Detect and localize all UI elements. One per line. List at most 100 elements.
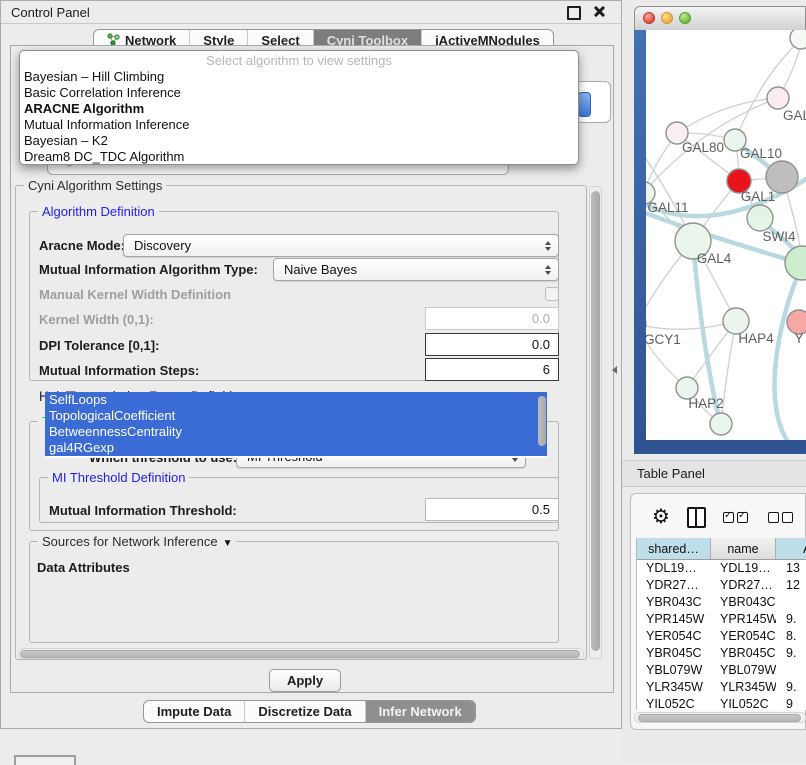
table-cell: YLR345W [637,679,711,696]
algorithm-option-bayesian-k2[interactable]: Bayesian – K2 [20,133,578,149]
network-node-node-green[interactable] [785,246,806,280]
algorithm-popup-list: Bayesian – Hill ClimbingBasic Correlatio… [20,69,578,165]
network-node-node-bottom[interactable] [710,413,732,435]
tab-discretize-data[interactable]: Discretize Data [245,701,365,722]
select-all-columns-icon[interactable] [723,512,751,523]
node-label-gal80: GAL80 [682,140,724,155]
table-cell: YDR27… [711,577,776,594]
network-edge[interactable] [677,98,778,133]
column-header-a[interactable]: A [776,538,806,559]
sources-group-title[interactable]: Sources for Network Inference [38,534,236,549]
table-cell [776,594,806,611]
table-row[interactable]: YIL052CYIL052C9 [637,696,806,710]
network-window-titlebar[interactable] [634,6,806,30]
table-row[interactable]: YDL19…YDL19…13 [637,560,806,577]
table-cell: 12 [776,577,806,594]
network-node-node-pink[interactable] [767,87,789,109]
table-cell: 9. [776,645,806,662]
settings-group-title: Cyni Algorithm Settings [24,178,166,193]
network-node-swi4[interactable] [747,205,773,231]
table-row[interactable]: YPR145WYPR145W9. [637,611,806,628]
table-row[interactable]: YER054CYER054C8. [637,628,806,645]
table-cell [776,662,806,679]
attribute-gal4rgexp[interactable]: gal4RGexp [45,440,547,456]
node-label-swi4: SWI4 [762,229,795,244]
algorithm-option-basic-correlation-inference[interactable]: Basic Correlation Inference [20,85,578,101]
close-icon[interactable] [593,5,605,17]
node-label-hap4: HAP4 [738,331,774,346]
table-row[interactable]: YBR045CYBR045C9. [637,645,806,662]
window-minimize-icon[interactable] [661,12,673,24]
control-panel-title: Control Panel [11,5,90,20]
algorithm-popup-placeholder: Select algorithm to view settings [20,53,578,69]
apply-button[interactable]: Apply [269,669,341,692]
algorithm-definition-title: Algorithm Definition [38,204,159,219]
table-cell: YBR043C [637,594,711,611]
table-cell: YLR345W [711,679,776,696]
table-cell: 9 [776,696,806,710]
window-close-icon[interactable] [643,12,655,24]
table-cell: 9. [776,679,806,696]
settings-horizontal-scrollbar[interactable] [18,648,584,659]
aracne-mode-value: Discovery [134,238,191,253]
mi-threshold-input[interactable]: 0.5 [425,498,559,521]
table-cell: 9. [776,611,806,628]
node-label-gal4: GAL4 [697,251,732,266]
settings-vertical-scrollbar[interactable] [589,186,602,659]
mi-algorithm-type-select[interactable]: Naive Bayes [273,258,559,281]
table-row[interactable]: YBL079WYBL079W [637,662,806,679]
manual-kernel-label: Manual Kernel Width Definition [39,287,231,302]
minimized-panel-fragment[interactable] [14,755,76,765]
table-cell: YBL079W [637,662,711,679]
control-panel-window: Control Panel NetworkStyleSelectCyni Too… [0,0,622,729]
split-columns-icon[interactable] [687,507,706,528]
dpi-tolerance-input[interactable]: 0.0 [425,333,559,356]
mi-threshold-title: MI Threshold Definition [48,470,189,485]
kernel-width-label: Kernel Width (0,1): [39,312,154,327]
attributes-scrollbar[interactable] [537,394,547,456]
table-body: YDL19…YDL19…13YDR27…YDR27…12YBR043CYBR04… [637,560,806,710]
network-canvas[interactable]: GALGAL80GAL10GAL1GAL11SWI4GAL4GCY1HAP4YH… [646,30,806,440]
node-label-gal: GAL [783,108,806,123]
bottom-tab-bar: Impute DataDiscretize DataInfer Network [143,700,476,723]
attribute-betweennesscentrality[interactable]: BetweennessCentrality [45,424,547,440]
algorithm-option-aracne-algorithm[interactable]: ARACNE Algorithm [20,101,578,117]
node-table: shared…nameA YDL19…YDL19…13YDR27…YDR27…1… [636,538,806,710]
data-attributes-label: Data Attributes [37,560,130,575]
table-cell: YIL052C [711,696,776,710]
manual-kernel-checkbox[interactable] [545,287,559,301]
mi-steps-input[interactable]: 6 [425,358,559,381]
algorithm-option-dream8-dc-tdc-algorithm[interactable]: Dream8 DC_TDC Algorithm [20,149,578,165]
combobox-arrow-button[interactable] [578,92,591,117]
table-cell: YER054C [637,628,711,645]
stepper-arrows-icon [545,265,551,275]
panel-collapse-handle[interactable] [612,366,617,374]
table-row[interactable]: YLR345WYLR345W9. [637,679,806,696]
float-window-icon[interactable] [567,6,581,20]
table-cell: YBL079W [711,662,776,679]
aracne-mode-select[interactable]: Discovery [123,234,559,257]
table-horizontal-scrollbar[interactable] [634,712,806,723]
kernel-width-input[interactable]: 0.0 [425,307,559,330]
attribute-topologicalcoefficient[interactable]: TopologicalCoefficient [45,408,547,424]
algorithm-option-bayesian-hill-climbing[interactable]: Bayesian – Hill Climbing [20,69,578,85]
table-panel-title: Table Panel [637,466,705,481]
table-row[interactable]: YBR043CYBR043C [637,594,806,611]
deselect-all-columns-icon[interactable] [768,512,796,523]
gear-icon[interactable] [652,507,670,528]
table-cell: YBR045C [711,645,776,662]
table-row[interactable]: YDR27…YDR27…12 [637,577,806,594]
column-header-name[interactable]: name [711,538,776,559]
attribute-selfloops[interactable]: SelfLoops [45,392,547,408]
network-node-node-top[interactable] [790,30,806,49]
window-zoom-icon[interactable] [679,12,691,24]
tab-impute-data[interactable]: Impute Data [144,701,245,722]
stepper-arrows-icon [545,241,551,251]
algorithm-option-mutual-information-inference[interactable]: Mutual Information Inference [20,117,578,133]
network-edge[interactable] [735,39,802,140]
table-cell: YDL19… [711,560,776,577]
table-header-row: shared…nameA [637,538,806,560]
tab-infer-network[interactable]: Infer Network [366,701,475,722]
column-header-shared[interactable]: shared… [637,538,711,559]
network-edge[interactable] [775,262,803,440]
